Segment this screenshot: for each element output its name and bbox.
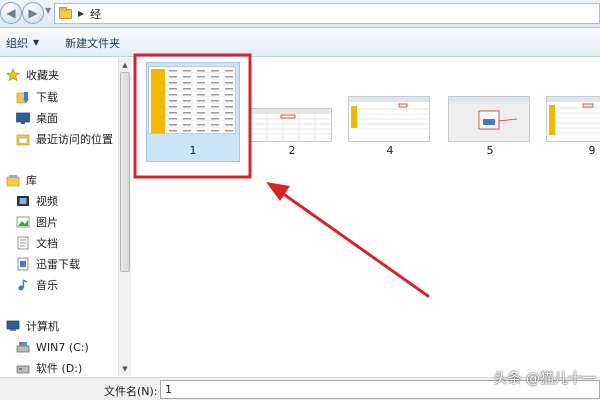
watermark: 头条 @猫儿十一	[493, 371, 596, 387]
file-name-label: 文件名(N):	[104, 385, 158, 398]
annotation-overlay	[133, 53, 430, 298]
pointer-arrow-icon	[266, 182, 430, 298]
highlight-box	[133, 53, 252, 179]
